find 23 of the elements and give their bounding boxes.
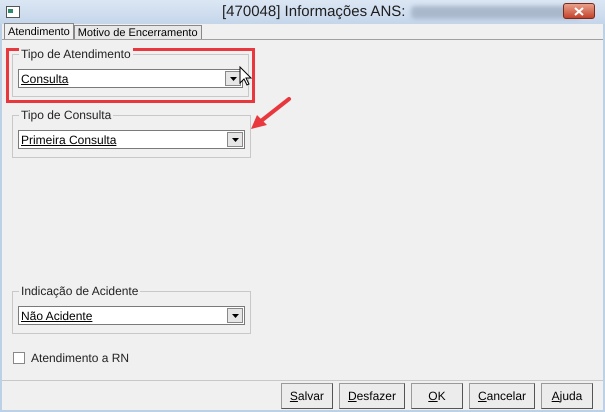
window-title: [470048] Informações ANS: bbox=[222, 2, 406, 22]
caret-icon bbox=[227, 308, 243, 323]
checkbox-label: Atendimento a RN bbox=[31, 350, 130, 367]
dialog-button[interactable]: Cancelar bbox=[468, 382, 535, 408]
dialog-button[interactable]: Desfazer bbox=[338, 382, 405, 408]
tab[interactable]: Motivo de Encerramento bbox=[74, 25, 202, 39]
window-icon bbox=[6, 6, 20, 18]
dialog-button[interactable]: Ajuda bbox=[541, 382, 593, 408]
close-icon bbox=[574, 6, 584, 16]
dropdown[interactable]: Consulta bbox=[18, 69, 243, 88]
tab[interactable]: Atendimento bbox=[4, 23, 74, 39]
group-title: Indicação de Acidente bbox=[19, 284, 140, 298]
group-title: Tipo de Atendimento bbox=[19, 47, 133, 61]
cursor-icon bbox=[239, 66, 253, 86]
checkbox[interactable] bbox=[13, 352, 25, 364]
group-title: Tipo de Consulta bbox=[19, 108, 114, 122]
dialog-button[interactable]: OK bbox=[410, 382, 463, 408]
dialog-button[interactable]: Salvar bbox=[280, 382, 333, 408]
dropdown[interactable]: Não Acidente bbox=[18, 306, 245, 325]
dropdown[interactable]: Primeira Consulta bbox=[18, 130, 245, 149]
close-button[interactable] bbox=[563, 3, 595, 19]
caret-icon bbox=[227, 132, 243, 147]
caret-icon bbox=[225, 71, 241, 86]
